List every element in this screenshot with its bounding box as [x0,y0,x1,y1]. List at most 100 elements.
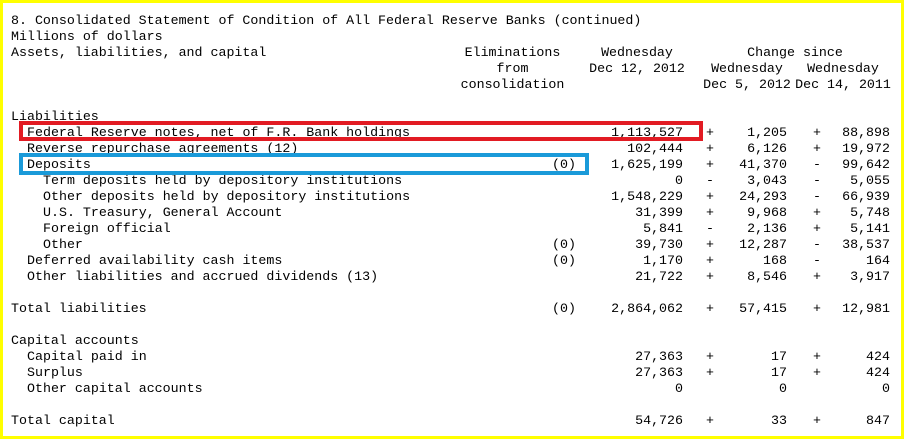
table-title: 8. Consolidated Statement of Condition o… [11,13,642,28]
row-change-year: 88,898 [842,125,890,140]
row-change-year: 12,981 [842,301,890,316]
row-change-week: 3,043 [747,173,787,188]
row-sign-1: + [706,253,714,268]
row-change-week: 2,136 [747,221,787,236]
row-change-week: 0 [779,381,787,396]
row-change-week: 6,126 [747,141,787,156]
row-value: 2,864,062 [611,301,683,316]
row-sign-1: + [706,301,714,316]
row-sign-2: + [813,269,821,284]
row-value: 102,444 [627,141,683,156]
row-change-week: 24,293 [739,189,787,204]
row-elimination [530,365,576,381]
row-sign-1: + [706,365,714,380]
row-elimination [530,349,576,365]
row-elimination [530,189,576,205]
row-sign-2: + [813,365,821,380]
row-label: Term deposits held by depository institu… [43,173,403,188]
row-sign-1: + [706,413,714,428]
row-sign-2: - [813,157,821,172]
row-change-week: 168 [763,253,787,268]
row-label: U.S. Treasury, General Account [43,205,283,220]
row-value: 5,841 [643,221,683,236]
row-change-year: 164 [866,253,890,268]
section-capital-accounts: Capital accounts [11,333,139,348]
row-change-week: 9,968 [747,205,787,220]
row-sign-1: - [706,221,714,236]
row-elimination: (0) [552,237,576,252]
column-header-wed-1: Wednesday [601,45,673,60]
row-elimination [530,381,576,397]
column-header-chg1-1: Wednesday [711,61,783,76]
row-sign-2: + [813,141,821,156]
row-change-year: 5,055 [850,173,890,188]
column-header-wed-2: Dec 12, 2012 [589,61,685,76]
row-elimination [530,173,576,189]
row-sign-2: + [813,221,821,236]
row-sign-1 [706,381,718,397]
row-value: 1,170 [643,253,683,268]
row-sign-2: - [813,237,821,252]
row-elimination [530,205,576,221]
row-sign-1: + [706,349,714,364]
column-header-change-since: Change since [747,45,843,60]
row-change-year: 5,748 [850,205,890,220]
row-change-year: 38,537 [842,237,890,252]
row-elimination [530,221,576,237]
row-label: Other liabilities and accrued dividends … [27,269,379,284]
column-header-elim-3: consolidation [460,77,565,92]
row-change-year: 5,141 [850,221,890,236]
row-elimination: (0) [552,301,576,316]
column-header-chg1-2: Dec 5, 2012 [703,77,791,92]
row-change-week: 1,205 [747,125,787,140]
row-change-week: 41,370 [739,157,787,172]
column-header-chg2-2: Dec 14, 2011 [795,77,891,92]
row-value: 39,730 [635,237,683,252]
row-elimination: (0) [552,253,576,268]
row-label: Total capital [11,413,115,428]
row-change-week: 17 [771,365,787,380]
row-value: 31,399 [635,205,683,220]
row-label: Other [43,237,83,252]
row-sign-1: + [706,189,714,204]
row-change-year: 847 [866,413,890,428]
row-sign-2: - [813,189,821,204]
row-sign-1: + [706,237,714,252]
row-value: 27,363 [635,365,683,380]
row-change-year: 424 [866,365,890,380]
row-sign-2: + [813,125,821,140]
row-change-year: 3,917 [850,269,890,284]
row-value: 1,548,229 [611,189,683,204]
row-elimination [530,269,576,285]
row-sign-2: + [813,349,821,364]
row-value: 27,363 [635,349,683,364]
row-value: 1,625,199 [611,157,683,172]
row-sign-1: - [706,173,714,188]
row-value: 0 [675,381,683,396]
row-change-year: 0 [882,381,890,396]
row-sign-1: + [706,269,714,284]
column-header-chg2-1: Wednesday [807,61,879,76]
row-change-year: 66,939 [842,189,890,204]
row-label: Total liabilities [11,301,147,316]
row-value: 21,722 [635,269,683,284]
row-sign-2: + [813,301,821,316]
row-change-week: 8,546 [747,269,787,284]
column-header-elim-1: Eliminations [464,45,561,60]
row-sign-2: - [813,253,821,268]
red-highlight-box [19,121,703,141]
row-label: Deferred availability cash items [27,253,283,268]
row-change-week: 17 [771,349,787,364]
column-header-elim-2: from [496,61,529,76]
column-header-assets: Assets, liabilities, and capital [11,45,267,60]
row-sign-2: + [813,205,821,220]
row-label: Other deposits held by depository instit… [43,189,411,204]
row-change-year: 424 [866,349,890,364]
units-label: Millions of dollars [11,29,163,44]
row-sign-2: + [813,413,821,428]
row-elimination [530,413,576,429]
row-value: 0 [675,173,683,188]
row-change-year: 99,642 [842,157,890,172]
row-sign-2 [813,381,825,397]
row-value: 54,726 [635,413,683,428]
